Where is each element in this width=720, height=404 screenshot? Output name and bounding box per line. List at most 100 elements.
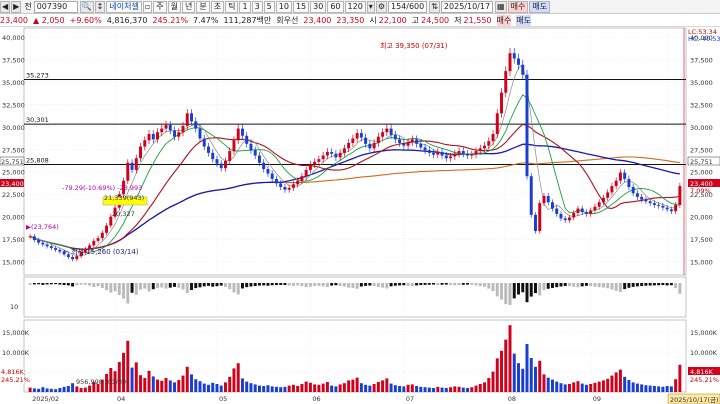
oscillator-bar — [92, 283, 96, 287]
volume-bar — [512, 353, 516, 392]
candle-body — [240, 128, 244, 136]
volume-bar — [614, 372, 618, 392]
volume-bar — [75, 386, 79, 392]
candle-body — [232, 140, 236, 152]
oscillator-bar — [674, 283, 678, 289]
candle-body — [542, 195, 546, 204]
candle-body — [521, 64, 525, 75]
oscillator-bar — [410, 283, 414, 287]
price-tick-label: 40,000 — [2, 34, 25, 42]
candle-body — [330, 151, 334, 154]
candle-body — [134, 158, 138, 170]
hc-label: HC:-40.53 — [688, 35, 720, 43]
oscillator-bar — [661, 283, 665, 286]
candle-body — [517, 58, 520, 65]
oscillator-bar — [173, 283, 176, 287]
candle-body — [279, 183, 283, 187]
price-tick-label: 27,500 — [2, 146, 25, 154]
volume-bar — [296, 386, 300, 392]
stock-chart[interactable]: 40,000 40,00037,500 37,50035,000 35,00032,5… — [0, 0, 720, 404]
oscillator-bar — [669, 283, 673, 286]
volume-bar — [321, 383, 325, 392]
oscillator-bar — [330, 283, 334, 286]
oscillator-bar — [334, 283, 338, 286]
candle-body — [58, 249, 62, 252]
candle-body — [147, 133, 151, 141]
volume-bar — [415, 386, 419, 392]
candle-body — [41, 242, 45, 245]
oscillator-bar — [529, 283, 533, 297]
volume-bar — [601, 380, 605, 392]
volume-bar — [410, 384, 414, 392]
oscillator-bar — [359, 283, 363, 287]
oscillator-tick-label: 10 — [10, 303, 18, 311]
oscillator-bar — [495, 283, 499, 297]
oscillator-bar — [466, 283, 470, 285]
volume-bar — [393, 385, 397, 392]
oscillator-bar — [262, 283, 266, 286]
candle-body — [601, 197, 605, 203]
left-note: ▶(23,764) — [26, 223, 59, 231]
oscillator-bar — [177, 283, 181, 288]
volume-bar — [147, 370, 151, 392]
oscillator-bar — [117, 283, 121, 295]
candle-body — [223, 160, 227, 169]
oscillator-bar — [143, 283, 147, 289]
volume-bar — [41, 387, 45, 392]
volume-bar — [325, 382, 329, 392]
volume-bar — [589, 384, 593, 392]
volume-bar — [546, 377, 550, 392]
resistance-label: 35,273 — [26, 71, 49, 79]
candle-body — [194, 121, 198, 129]
candle-body — [151, 133, 155, 140]
oscillator-bar — [304, 283, 308, 288]
right-ma-tag: 25,751 — [690, 158, 713, 166]
volume-bar — [563, 384, 567, 392]
oscillator-bar — [249, 283, 253, 287]
oscillator-bar — [291, 283, 295, 286]
oscillator-bar — [678, 283, 682, 294]
oscillator-bar — [398, 283, 402, 286]
oscillator-bar — [610, 283, 614, 290]
volume-bar — [631, 382, 635, 392]
volume-bar — [529, 358, 533, 392]
oscillator-bar — [355, 283, 359, 289]
volume-bar — [406, 384, 410, 392]
candle-body — [457, 151, 461, 154]
candle-body — [483, 145, 487, 149]
oscillator-bar — [606, 283, 610, 289]
candle-body — [393, 134, 397, 140]
date-tag: 2025/10/17(금) — [670, 396, 719, 404]
candle-body — [249, 143, 253, 151]
oscillator-bar — [393, 283, 397, 286]
volume-bar — [542, 374, 546, 392]
oscillator-bar — [342, 283, 346, 287]
oscillator-bar — [508, 283, 512, 305]
candle-body — [453, 153, 457, 157]
volume-tick-label-right: 10,000K — [690, 349, 718, 357]
volume-bar — [483, 382, 487, 392]
oscillator-bar — [54, 283, 58, 285]
price-tick-label-right: 37,500 — [690, 56, 713, 64]
volume-bar — [567, 384, 571, 392]
volume-bar — [500, 350, 503, 392]
candle-body — [449, 156, 453, 159]
volume-bar — [266, 385, 270, 392]
oscillator-bar — [559, 283, 563, 287]
candle-body — [126, 162, 130, 181]
volume-bar — [610, 375, 614, 392]
volume-bar — [576, 381, 580, 392]
candle-body — [661, 205, 665, 208]
candle-body — [572, 213, 576, 218]
candle-body — [644, 199, 648, 202]
oscillator-bar — [37, 283, 41, 285]
volume-bar — [32, 388, 36, 392]
volume-bar — [151, 376, 155, 392]
oscillator-bar — [478, 283, 482, 287]
candle-body — [317, 159, 321, 162]
volume-bar — [555, 381, 559, 392]
volume-bar — [122, 352, 126, 392]
candle-body — [593, 206, 597, 211]
candle-body — [478, 148, 482, 152]
oscillator-bar — [601, 283, 605, 288]
